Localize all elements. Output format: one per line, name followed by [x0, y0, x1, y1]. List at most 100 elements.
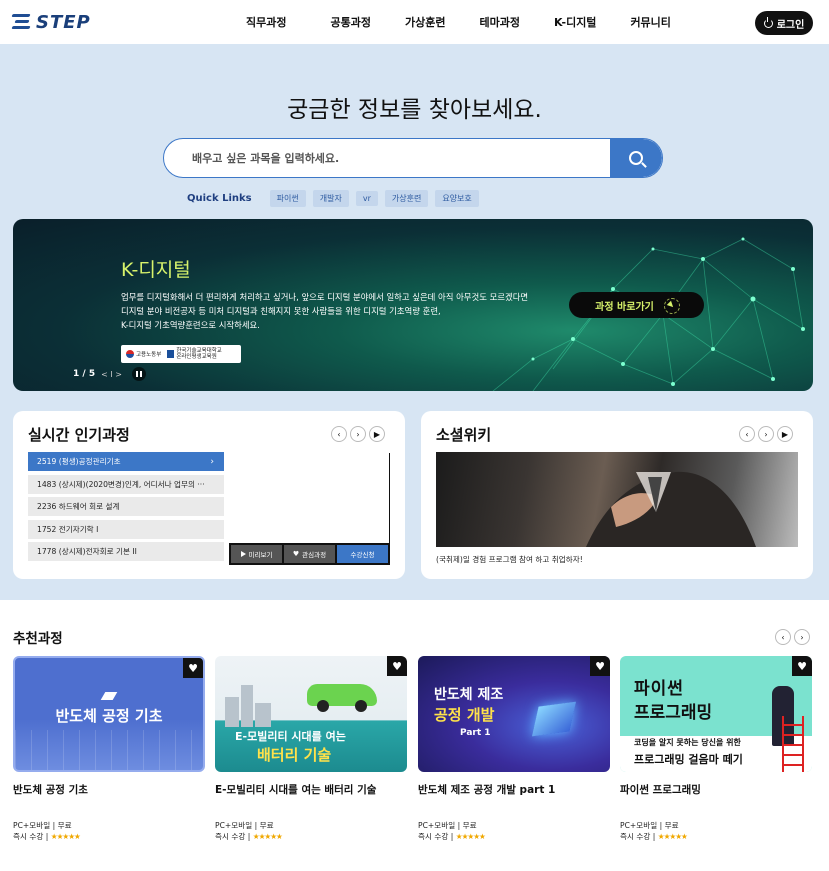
chip-icon: [531, 701, 577, 737]
thumbnail-text: E-모빌리티 시대를 여는: [235, 730, 346, 743]
search-button[interactable]: [610, 139, 662, 177]
apply-button[interactable]: 수강신청: [337, 545, 388, 563]
search-bar: [163, 138, 663, 178]
thumbnail-text: 반도체 제조: [434, 687, 504, 703]
next-button[interactable]: ›: [794, 629, 810, 645]
quick-link-developer[interactable]: 개발자: [312, 190, 349, 207]
list-item[interactable]: 2236 하드웨어 회로 설계: [28, 497, 224, 517]
course-thumbnail[interactable]: 파이썬 프로그래밍 코딩을 알지 못하는 당신을 위한 프로그래밍 걸음마 떼기…: [620, 656, 812, 772]
grid-decoration: [15, 730, 203, 770]
nav-item-community[interactable]: 커뮤니티: [630, 14, 670, 30]
next-button[interactable]: ›: [350, 426, 366, 442]
heart-icon[interactable]: ♥: [387, 656, 407, 676]
site-logo[interactable]: STEP: [11, 10, 91, 34]
list-item[interactable]: 1483 (상시제)(2020변경)인계, 어디서나 업무의 ···: [28, 474, 224, 494]
go-to-course-label: 과정 바로가기: [595, 301, 654, 313]
heart-icon: ♥: [292, 550, 300, 558]
popular-controls: ‹ › ▶: [331, 426, 385, 442]
nav-item-job[interactable]: 직무과정: [246, 14, 286, 30]
suit-photo-graphic: [586, 471, 756, 547]
preview-button[interactable]: 미리보기: [231, 545, 282, 563]
prev-button[interactable]: ‹: [775, 629, 791, 645]
list-item[interactable]: 1778 (상시제)전자회로 기본 II: [28, 542, 224, 562]
thumbnail-text: 파이썬: [634, 679, 684, 699]
rating-stars: ★★★★★: [50, 832, 81, 841]
quick-link-care[interactable]: 요양보호: [435, 190, 479, 207]
partner-logos: 고용노동부 한국기술교육대학교 온라인평생교육원: [121, 345, 241, 363]
pause-button[interactable]: [131, 367, 146, 381]
pager-count: 1 / 5: [73, 369, 96, 379]
quick-links-label: Quick Links: [187, 193, 252, 204]
course-card[interactable]: 반도체 공정 기초 ♥ 반도체 공정 기초 PC+모바일 | 무료 즉시 수강 …: [13, 656, 205, 841]
course-thumbnail[interactable]: E-모빌리티 시대를 여는 배터리 기술 ♥: [215, 656, 407, 772]
nav-item-theme[interactable]: 테마과정: [479, 14, 519, 30]
building-graphic: [241, 685, 253, 727]
thumbnail-text: 반도체 공정 기초: [55, 707, 163, 725]
course-card[interactable]: 반도체 제조 공정 개발 Part 1 ♥ 반도체 제조 공정 개발 part …: [418, 656, 610, 841]
rating-stars: ★★★★★: [455, 832, 486, 841]
hero-title: 궁금한 정보를 찾아보세요.: [287, 97, 542, 123]
banner-pager: 1 / 5 < I >: [73, 367, 146, 381]
card-title[interactable]: 반도체 제조 공정 개발 part 1: [418, 782, 610, 797]
nav-item-kdigital[interactable]: K-디지털: [554, 14, 597, 30]
card-meta: PC+모바일 | 무료 즉시 수강 | ★★★★★: [418, 821, 486, 841]
banner-desc-line: K-디지털 기초역량훈련으로 시작하세요.: [121, 320, 260, 330]
quick-link-virtual-training[interactable]: 가상훈련: [384, 190, 429, 207]
play-button[interactable]: ▶: [777, 426, 793, 442]
login-button[interactable]: 로그인: [755, 11, 813, 35]
play-icon: [240, 551, 246, 557]
heart-icon[interactable]: ♥: [183, 658, 203, 678]
wiki-image[interactable]: [436, 452, 798, 547]
course-card[interactable]: E-모빌리티 시대를 여는 배터리 기술 ♥ E-모빌리티 시대를 여는 배터리…: [215, 656, 407, 841]
popular-list: 2519 (평생)공정관리기초 › 1483 (상시제)(2020변경)인계, 어…: [28, 452, 224, 565]
thumbnail-text: 코딩을 알지 못하는 당신을 위한: [634, 738, 741, 747]
popular-courses-panel: 실시간 인기과정 ‹ › ▶ 2519 (평생)공정관리기초 › 1483 (상시…: [13, 411, 405, 579]
quick-link-vr[interactable]: vr: [355, 191, 378, 206]
ministry-logo: 고용노동부: [126, 350, 161, 358]
course-card[interactable]: 파이썬 프로그래밍 코딩을 알지 못하는 당신을 위한 프로그래밍 걸음마 떼기…: [620, 656, 812, 841]
thumbnail-text: 공정 개발: [434, 706, 495, 724]
wiki-caption: (국취제)일 경험 프로그램 참여 하고 취업하자!: [436, 555, 583, 564]
logo-mark-icon: [11, 11, 32, 33]
thumbnail-text: 프로그래밍 걸음마 떼기: [634, 753, 743, 766]
nav-item-virtual[interactable]: 가상훈련: [405, 14, 445, 30]
koreatech-emblem-icon: [167, 350, 175, 358]
card-title[interactable]: E-모빌리티 시대를 여는 배터리 기술: [215, 782, 407, 797]
search-icon: [629, 151, 643, 165]
header: STEP 직무과정 공통과정 가상훈련 테마과정 K-디지털 커뮤니티: [0, 0, 829, 44]
list-item[interactable]: 1752 전기자기학 I: [28, 519, 224, 539]
search-input[interactable]: [192, 139, 612, 177]
thumbnail-text: Part 1: [460, 728, 491, 738]
power-icon: [763, 16, 773, 28]
main-banner[interactable]: K-디지털 업무를 디지털화해서 더 편리하게 처리하고 싶거나, 앞으로 디지…: [13, 219, 813, 391]
next-button[interactable]: ›: [758, 426, 774, 442]
rating-stars: ★★★★★: [252, 832, 283, 841]
popular-title: 실시간 인기과정: [28, 426, 130, 444]
main-nav: 직무과정 공통과정 가상훈련 테마과정 K-디지털 커뮤니티: [230, 0, 671, 44]
recommended-controls: ‹ ›: [775, 629, 810, 645]
building-graphic: [225, 697, 239, 727]
banner-desc-line: 디지털 분야 비전공자 등 미처 디지털과 친해지지 못한 사람들을 위한 디지…: [121, 306, 441, 316]
card-title[interactable]: 파이썬 프로그래밍: [620, 782, 812, 797]
course-thumbnail[interactable]: 반도체 제조 공정 개발 Part 1 ♥: [418, 656, 610, 772]
wishlist-button[interactable]: ♥ 관심과정: [284, 545, 335, 563]
quick-link-python[interactable]: 파이썬: [269, 190, 306, 207]
card-meta: PC+모바일 | 무료 즉시 수강 | ★★★★★: [215, 821, 283, 841]
ladder-graphic: [782, 716, 804, 772]
wiki-title: 소셜위키: [436, 426, 492, 444]
course-thumbnail[interactable]: 반도체 공정 기초 ♥: [13, 656, 205, 772]
list-item[interactable]: 2519 (평생)공정관리기초 ›: [28, 452, 224, 471]
prev-button[interactable]: ‹: [739, 426, 755, 442]
building-graphic: [255, 703, 271, 727]
login-label: 로그인: [776, 19, 805, 31]
pager-nav[interactable]: < I >: [101, 370, 122, 379]
heart-icon[interactable]: ♥: [590, 656, 610, 676]
card-title[interactable]: 반도체 공정 기초: [13, 782, 205, 797]
nav-item-common[interactable]: 공통과정: [330, 14, 370, 30]
prev-button[interactable]: ‹: [331, 426, 347, 442]
logo-text: STEP: [36, 11, 91, 33]
play-button[interactable]: ▶: [369, 426, 385, 442]
rating-stars: ★★★★★: [657, 832, 688, 841]
go-to-course-button[interactable]: 과정 바로가기: [569, 292, 704, 318]
heart-icon[interactable]: ♥: [792, 656, 812, 676]
